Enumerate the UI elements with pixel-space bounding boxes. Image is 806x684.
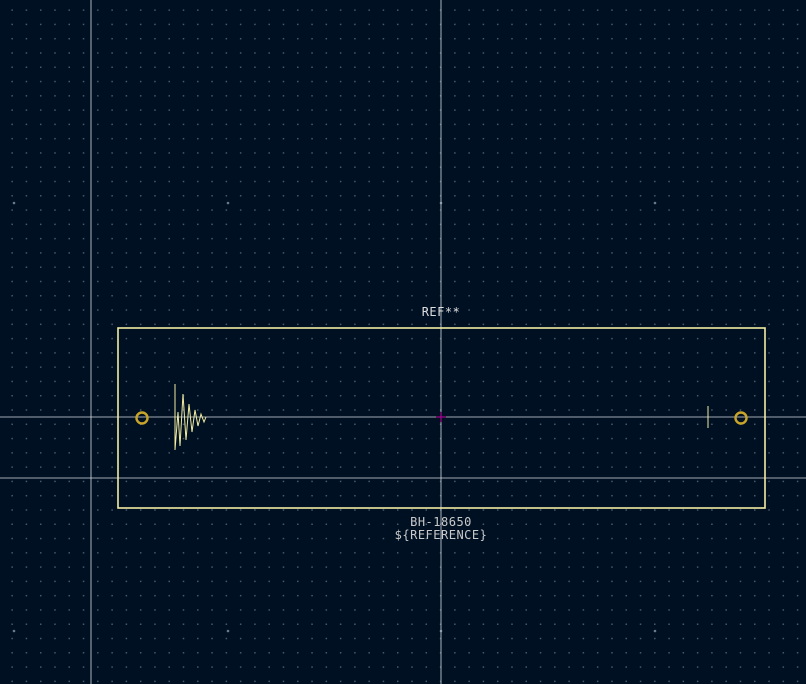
pcb-canvas[interactable]: REF** BH-18650 ${REFERENCE} bbox=[0, 0, 806, 684]
pad-1[interactable] bbox=[135, 411, 149, 425]
footprint-anchor-icon[interactable] bbox=[436, 412, 446, 422]
fab-reference-field-label[interactable]: ${REFERENCE} bbox=[395, 528, 488, 542]
footprint-value-label[interactable]: BH-18650 bbox=[410, 515, 472, 529]
pad-2[interactable] bbox=[734, 411, 748, 425]
canvas-overlay bbox=[0, 0, 806, 684]
reference-designator-label[interactable]: REF** bbox=[422, 305, 461, 319]
